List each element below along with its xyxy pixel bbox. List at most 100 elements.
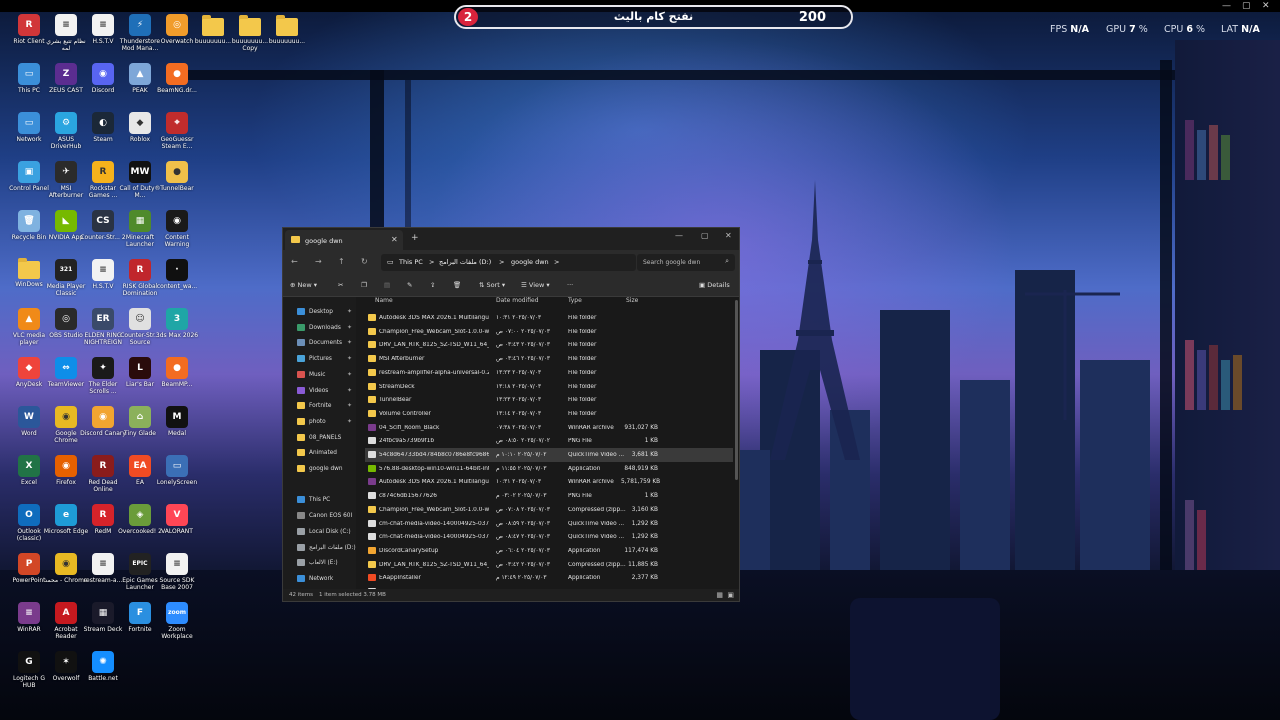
pin-icon[interactable]: ✦	[347, 355, 352, 362]
desktop-shortcut[interactable]: ◉ Content Warning	[154, 210, 200, 248]
file-row[interactable]: StreamDeck ٢٠٢٥/٠٧/٠٣ ١٣:١٨ File folder	[365, 380, 733, 394]
sidebar-item[interactable]: Network	[283, 572, 356, 586]
sort-button[interactable]: ⇅ Sort ▾	[479, 281, 505, 289]
sidebar-item[interactable]: Animated	[283, 446, 356, 460]
details-pane-button[interactable]: ▣ Details	[699, 281, 730, 289]
breadcrumb[interactable]: ▭ This PC > ملفات البرامج (D:) > google …	[381, 254, 636, 271]
share-icon[interactable]: ⇪	[430, 281, 435, 289]
close-icon[interactable]: ✕	[725, 231, 732, 240]
file-row[interactable]: 24fbc9a5739b9f1b ٢٠٢٥/٠٧/٠٢ ٠٨:٥٠ ص PNG Fi…	[365, 434, 733, 448]
pin-icon[interactable]: ✦	[347, 371, 352, 378]
tiles-view-icon[interactable]: ▣	[727, 591, 734, 599]
file-row[interactable]: Autodesk 3DS MAX 2026.1 Multilanguag... ٢…	[365, 475, 733, 489]
close-tab-icon[interactable]: ✕	[391, 235, 398, 244]
desktop-shortcut[interactable]: ● BeamNG.dr...	[154, 63, 200, 94]
file-row[interactable]: cm-chat-media-video-140004925-037b-5... ٢…	[365, 517, 733, 531]
sidebar-item[interactable]: Videos ✦	[283, 384, 356, 398]
desktop-shortcut[interactable]: 3 3ds Max 2026	[154, 308, 200, 339]
desktop-shortcut[interactable]: ⌖ GeoGuessr Steam E...	[154, 112, 200, 150]
desktop-shortcut[interactable]: ▭ LonelyScreen	[154, 455, 200, 486]
sidebar-item[interactable]: Desktop ✦	[283, 305, 356, 319]
copy-icon[interactable]: ❐	[361, 281, 367, 289]
sidebar-item[interactable]: الالعاب (E:)	[283, 556, 356, 570]
close-icon[interactable]: ✕	[1262, 1, 1270, 11]
file-row[interactable]: Volume Controller ٢٠٢٥/٠٧/٠٣ ١٣:١٤ File fo…	[365, 407, 733, 421]
view-button[interactable]: ☰ View ▾	[521, 281, 550, 289]
sidebar-item[interactable]: Documents ✦	[283, 336, 356, 350]
refresh-icon[interactable]: ↻	[361, 257, 368, 266]
scrollbar[interactable]	[735, 300, 738, 480]
maximize-icon[interactable]: ▢	[701, 231, 709, 240]
desktop-shortcut[interactable]: M Medal	[154, 406, 200, 437]
desktop-shortcut[interactable]: ● BeamMP...	[154, 357, 200, 388]
new-tab-button[interactable]: +	[411, 233, 419, 243]
file-row[interactable]: c874c6db15677626 ٢٠٢٥/٠٧/٠٣ ٠٣:٠٢ م PNG Fi…	[365, 489, 733, 503]
pin-icon[interactable]: ✦	[347, 418, 352, 425]
desktop-shortcut[interactable]: V VALORANT	[154, 504, 200, 535]
file-row[interactable]: EAappInstaller ٢٠٢٥/٠٧/٠٣ ١٢:٤٩ م Applicat…	[365, 571, 733, 585]
breadcrumb-crumb[interactable]: ملفات البرامج (D:)	[439, 258, 491, 266]
back-icon[interactable]: ←	[291, 257, 298, 266]
sidebar-item[interactable]: Downloads ✦	[283, 321, 356, 335]
maximize-icon[interactable]: ▢	[1242, 1, 1251, 11]
desktop-shortcut[interactable]: ✺ Battle.net	[80, 651, 126, 682]
minimize-icon[interactable]: —	[1222, 1, 1231, 11]
desktop-shortcut[interactable]: zoom Zoom Workplace	[154, 602, 200, 640]
file-row[interactable]: 54c8d64733bd4784b8c0786e8fc96869 ٢٠٢٥/٠٧/…	[365, 448, 733, 462]
file-row[interactable]: cm-chat-media-video-140004925-037b-5... ٢…	[365, 530, 733, 544]
pin-icon[interactable]: ✦	[347, 402, 352, 409]
desktop-shortcut[interactable]: · content_wa...	[154, 259, 200, 290]
column-header-size[interactable]: Size	[626, 297, 638, 311]
minimize-icon[interactable]: —	[675, 231, 683, 240]
breadcrumb-crumb[interactable]: google dwn	[511, 258, 549, 266]
file-row[interactable]: 576.88-desktop-win10-win11-64bit-inter..…	[365, 462, 733, 476]
zoom-icon: zoom	[166, 602, 188, 624]
new-button[interactable]: ⊕ New ▾	[290, 281, 317, 289]
desktop-shortcut[interactable]: ≡ Source SDK Base 2007	[154, 553, 200, 591]
delete-icon[interactable]: 🗑	[453, 281, 461, 289]
desktop-shortcut[interactable]: ● TunnelBear	[154, 161, 200, 192]
desktop-shortcut[interactable]: ◎ Overwatch	[154, 14, 200, 45]
column-header-date[interactable]: Date modified	[496, 297, 539, 311]
paste-icon[interactable]: ▤	[384, 281, 390, 289]
sidebar-item[interactable]: Music ✦	[283, 368, 356, 382]
pin-icon[interactable]: ✦	[347, 308, 352, 315]
column-header-type[interactable]: Type	[568, 297, 582, 311]
chrome-icon: ◉	[55, 406, 77, 428]
sidebar-item[interactable]: photo ✦	[283, 415, 356, 429]
desktop-folder[interactable]: buuuuuuu...	[264, 15, 310, 45]
file-row[interactable]: MSI Afterburner ٢٠٢٥/٠٧/٠٣ ٠٣:٤٦ ص File fo…	[365, 352, 733, 366]
file-row[interactable]: DRV_LAN_RTK_8125_SZ-TSD_W11_64_V11... ٢٠٢…	[365, 338, 733, 352]
sidebar-item[interactable]: This PC	[283, 493, 356, 507]
pin-icon[interactable]: ✦	[347, 387, 352, 394]
file-row[interactable]: TunnelBear ٢٠٢٥/٠٧/٠٣ ١٣:٢٣ File folder	[365, 393, 733, 407]
forward-icon[interactable]: →	[315, 257, 322, 266]
sidebar-item[interactable]: Fortnite ✦	[283, 399, 356, 413]
more-options-button[interactable]: ···	[567, 281, 573, 289]
sidebar-item[interactable]: google dwn	[283, 462, 356, 476]
pin-icon[interactable]: ✦	[347, 339, 352, 346]
file-row[interactable]: Champion_Free_Webcam_Slot-1.0.0-win... ٢٠…	[365, 325, 733, 339]
pin-icon[interactable]: ✦	[347, 324, 352, 331]
file-row[interactable]: DiscordCanarySetup ٢٠٢٥/٠٧/٠٣ ٠٦:٠٤ ص Appl…	[365, 544, 733, 558]
rename-icon[interactable]: ✎	[407, 281, 412, 289]
search-input[interactable]: Search google dwn ⌕	[637, 254, 735, 271]
sidebar-item[interactable]: 08_PANELS	[283, 431, 356, 445]
file-name: Autodesk 3DS MAX 2026.1 Multilanguag...	[379, 315, 489, 321]
explorer-tab[interactable]: google dwn ✕	[285, 230, 403, 250]
up-icon[interactable]: ↑	[338, 257, 345, 266]
file-row[interactable]: restream-amplifier-alpha-universal-0.2 ٢٠…	[365, 366, 733, 380]
gpu-stat: GPU 7 %	[1106, 24, 1148, 35]
sidebar-item[interactable]: Pictures ✦	[283, 352, 356, 366]
file-row[interactable]: Autodesk 3DS MAX 2026.1 Multilanguag... ٢…	[365, 311, 733, 325]
sidebar-item[interactable]: ملفات البرامج (D:)	[283, 541, 356, 555]
sidebar-item[interactable]: Canon EOS 60I	[283, 509, 356, 523]
column-header-name[interactable]: Name	[375, 297, 393, 311]
cut-icon[interactable]: ✂	[338, 281, 343, 289]
file-row[interactable]: Champion_Free_Webcam_Slot-1.0.0-win... ٢٠…	[365, 503, 733, 517]
file-row[interactable]: 04_Scifi_Room_Black ٢٠٢٥/٠٧/٠٣ ٠٧:٣٨ WinRA…	[365, 421, 733, 435]
details-view-icon[interactable]: ▦	[716, 591, 723, 599]
sidebar-item[interactable]: Local Disk (C:)	[283, 525, 356, 539]
breadcrumb-crumb[interactable]: This PC	[399, 258, 423, 266]
file-row[interactable]: DRV_LAN_RTK_8125_SZ-TSD_W11_64_V11... ٢٠٢…	[365, 558, 733, 572]
